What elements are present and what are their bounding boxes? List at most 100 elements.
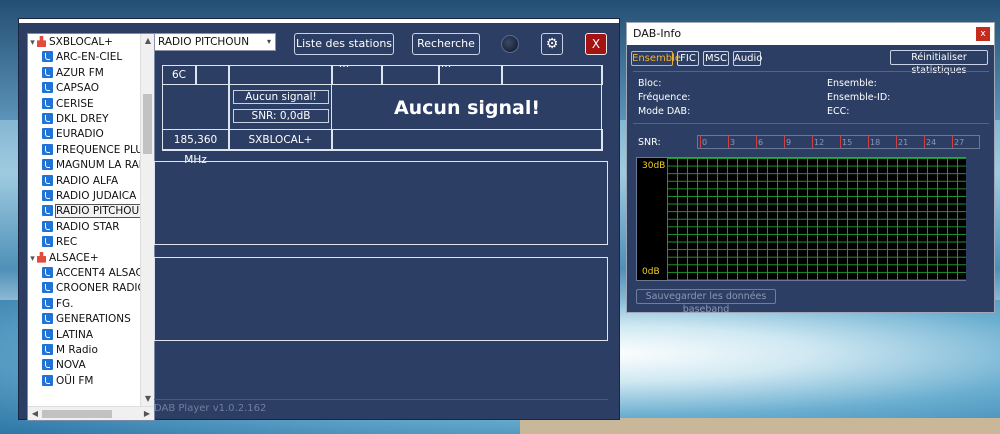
empty-cell-5 [439, 65, 502, 85]
music-note-icon [42, 236, 53, 248]
gear-icon[interactable]: ⚙ [541, 33, 563, 55]
music-note-icon [42, 66, 53, 78]
tree-station-item[interactable]: RADIO ALFA [42, 174, 154, 189]
music-note-icon [42, 97, 53, 109]
empty-cell-3 [332, 65, 382, 85]
music-note-icon [42, 313, 53, 325]
snr-tick: 21 [895, 136, 909, 148]
tower-icon [37, 251, 46, 263]
reset-statistics-button[interactable]: Réinitialiser statistiques [890, 50, 988, 76]
music-note-icon [42, 174, 53, 186]
tab-ensemble[interactable]: Ensemble [631, 51, 681, 66]
music-note-icon [42, 374, 53, 386]
header-divider [633, 71, 989, 72]
tree-station-label: NOVA [56, 359, 86, 372]
tree-horizontal-scrollbar[interactable]: ◀ ▶ [28, 406, 154, 420]
close-icon[interactable]: x [976, 27, 990, 41]
expand-icon[interactable]: ▾ [28, 36, 37, 50]
tree-station-item[interactable]: CERISE [42, 97, 154, 112]
tree-station-item[interactable]: LATINA [42, 328, 154, 343]
tree-station-item[interactable]: RADIO JUDAICA [42, 189, 154, 204]
tree-station-label: FG. [56, 297, 74, 310]
tree-station-item[interactable]: MAGNUM LA RADIO [42, 158, 154, 173]
music-note-icon [42, 82, 53, 94]
tab-audio[interactable]: Audio [733, 51, 762, 66]
scroll-right-icon[interactable]: ▶ [140, 407, 154, 420]
hscroll-thumb[interactable] [42, 410, 112, 418]
tree-station-label: FREQUENCE PLUS [56, 143, 150, 156]
tree-station-item[interactable]: OÜI FM [42, 374, 154, 389]
scroll-left-icon[interactable]: ◀ [28, 407, 42, 420]
scroll-down-icon[interactable]: ▼ [141, 392, 154, 406]
scroll-thumb[interactable] [143, 94, 152, 154]
tree-station-item[interactable]: DKL DREY [42, 112, 154, 127]
ecc-label: ECC: [827, 106, 850, 117]
tree-station-item[interactable]: RADIO STAR [42, 220, 154, 235]
mode-label: Mode DAB: [638, 106, 691, 117]
station-select[interactable]: RADIO PITCHOUN ▾ [154, 33, 276, 51]
tree-group[interactable]: ▾ ALSACE+ [28, 251, 140, 266]
tree-station-label: LATINA [56, 328, 94, 341]
tree-station-label: GENERATIONS [56, 313, 131, 326]
scroll-up-icon[interactable]: ▲ [141, 34, 154, 48]
tower-icon [37, 36, 46, 47]
expand-icon[interactable]: ▾ [28, 252, 37, 266]
save-baseband-button[interactable]: Sauvegarder les données baseband [636, 289, 776, 315]
footer-divider [154, 399, 608, 400]
search-button[interactable]: Recherche ... [412, 33, 480, 70]
tree-station-item[interactable]: AZUR FM [42, 66, 154, 81]
tree-group[interactable]: ▾ SXBLOCAL+ [28, 35, 140, 50]
tree-station-item[interactable]: EURADIO [42, 127, 154, 142]
tree-station-item[interactable]: CROONER RADIO [42, 281, 154, 296]
dab-info-window: DAB-Info x Ensemble FIC MSC Audio Réinit… [626, 22, 995, 315]
tab-msc[interactable]: MSC [703, 51, 729, 66]
tree-station-label: CAPSAO [56, 82, 99, 95]
signal-status-text: Aucun signal! [393, 97, 541, 119]
tree-station-item[interactable]: ACCENT4 ALSACE [42, 266, 154, 281]
tree-station-item[interactable]: FREQUENCE PLUS [42, 143, 154, 158]
fields-divider [633, 123, 989, 124]
tree-station-item[interactable]: CAPSAO [42, 81, 154, 96]
signal-button[interactable]: Aucun signal! [233, 90, 329, 104]
snr-tick: 24 [923, 136, 937, 148]
music-note-icon [42, 143, 53, 155]
station-list-button[interactable]: Liste des stations ... [294, 33, 394, 70]
tree-station-item[interactable]: M Radio [42, 343, 154, 358]
tree-vertical-scrollbar[interactable]: ▲ ▼ [140, 34, 154, 406]
tab-fic[interactable]: FIC [677, 51, 699, 66]
empty-cell-4 [382, 65, 439, 85]
ensemble-id-label: Ensemble-ID: [827, 92, 891, 103]
tree-station-label: RADIO JUDAICA [56, 190, 137, 202]
desktop-pier [520, 418, 1000, 434]
music-note-icon [42, 328, 53, 340]
tree-station-label: OÜI FM [56, 374, 94, 387]
tree-station-item[interactable]: FG. [42, 297, 154, 312]
snr-tick: 18 [867, 136, 881, 148]
dropdown-arrow-icon: ▾ [266, 37, 271, 46]
tree-station-item[interactable]: ARC-EN-CIEL [42, 50, 154, 65]
frequence-label: Fréquence: [638, 92, 691, 103]
music-note-icon [42, 159, 53, 171]
tree-station-item[interactable]: GENERATIONS [42, 312, 154, 327]
left-empty-cell [162, 84, 229, 130]
record-icon[interactable] [501, 35, 519, 53]
channel-cell: 6C [162, 65, 196, 85]
tree-station-item[interactable]: RADIO PITCHOUN [42, 204, 154, 219]
ensemble-label: Ensemble: [827, 78, 877, 89]
tree-station-label: M Radio [56, 344, 98, 356]
tree-station-item[interactable]: NOVA [42, 358, 154, 373]
snr-label: SNR: [638, 137, 661, 148]
station-tree[interactable]: ▾ SXBLOCAL+ ARC-EN-CIEL AZUR FM CAPSAO CERISE… [27, 33, 155, 421]
graph-min-label: 0dB [642, 267, 660, 277]
bloc-label: Bloc: [638, 78, 662, 89]
music-note-icon [42, 220, 53, 232]
snr-button[interactable]: SNR: 0,0dB [233, 109, 329, 123]
snr-tick: 3 [727, 136, 736, 148]
tree-station-label: ARC-EN-CIEL [56, 51, 123, 64]
tree-station-item[interactable]: REC [42, 235, 154, 250]
music-note-icon [42, 282, 53, 294]
music-note-icon [42, 344, 53, 355]
ensemble-cell: SXBLOCAL+ [229, 129, 332, 151]
close-button[interactable]: X [585, 33, 607, 55]
music-note-icon [42, 113, 53, 124]
